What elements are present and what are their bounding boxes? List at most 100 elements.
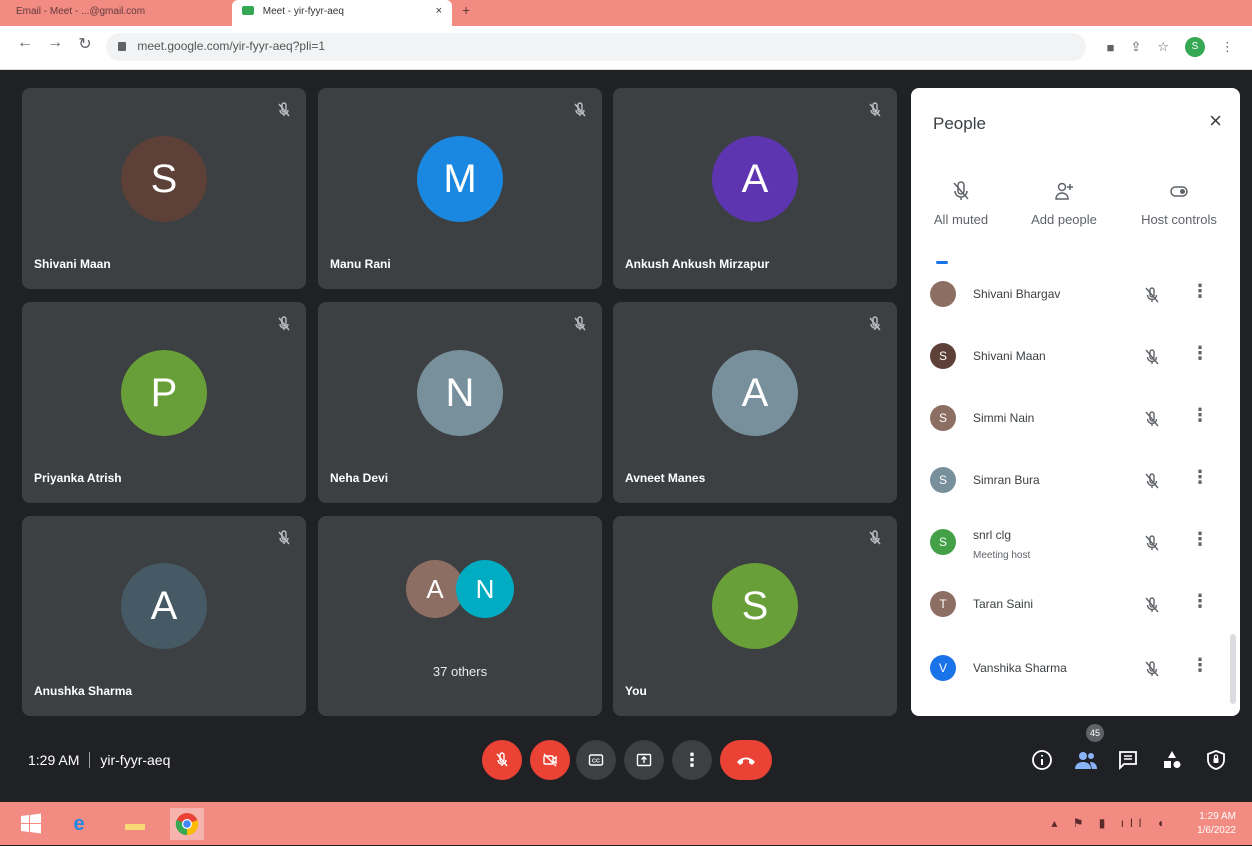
participant-name: Avneet Manes — [625, 471, 706, 485]
captions-icon: CC — [588, 754, 604, 766]
more-options-icon[interactable]: ⋮ — [1191, 656, 1209, 674]
participant-tile[interactable]: A Anushka Sharma — [22, 516, 306, 716]
address-bar[interactable]: meet.google.com/yir-fyyr-aeq?pli=1 — [106, 33, 1086, 61]
meeting-details-icon[interactable] — [1030, 749, 1054, 773]
participant-row[interactable]: S Simran Bura ⋮ — [911, 452, 1240, 512]
action-label: Host controls — [1141, 212, 1217, 227]
participant-role: Meeting host — [973, 550, 1031, 561]
toggle-camera-button[interactable] — [530, 740, 570, 780]
mic-muted-icon — [278, 530, 290, 545]
more-options-icon[interactable]: ⋮ — [1191, 468, 1209, 486]
svg-text:CC: CC — [592, 759, 600, 765]
new-tab-button[interactable]: + — [462, 2, 470, 18]
system-tray-icons[interactable]: ▴ ⚑ ▮ ıll ◖ — [1051, 816, 1170, 830]
meeting-code: yir-fyyr-aeq — [100, 752, 171, 768]
leave-call-button[interactable] — [720, 740, 772, 780]
participant-row[interactable]: Shivani Bhargav ⋮ — [911, 266, 1240, 326]
mic-muted-icon[interactable] — [1143, 596, 1161, 614]
all-muted-button[interactable]: All muted — [925, 180, 997, 227]
participant-name: Simmi Nain — [973, 411, 1035, 425]
participant-tile[interactable]: A Ankush Ankush Mirzapur — [613, 88, 897, 289]
reload-button[interactable]: ↻ — [74, 34, 96, 54]
others-tile[interactable]: A N 37 others — [318, 516, 602, 716]
participant-tile[interactable]: S Shivani Maan — [22, 88, 306, 289]
toggle-icon — [1170, 186, 1188, 197]
mic-muted-icon[interactable] — [1143, 348, 1161, 366]
file-explorer-icon[interactable]: ▬ — [118, 808, 152, 840]
panel-title: People — [933, 114, 986, 133]
participant-avatar: A — [121, 563, 207, 649]
participant-name: snrl clg — [973, 528, 1012, 542]
mic-muted-icon — [574, 102, 586, 117]
participant-row[interactable]: S Shivani Maan ⋮ — [911, 328, 1240, 388]
host-controls-button[interactable]: Host controls — [1133, 180, 1225, 227]
close-tab-icon[interactable]: × — [436, 5, 442, 17]
participant-row[interactable]: V Vanshika Sharma ⋮ — [911, 640, 1240, 700]
more-options-button[interactable]: ⋮ — [672, 740, 712, 780]
participant-row[interactable]: S snrl clg Meeting host ⋮ — [911, 514, 1240, 574]
participant-avatar: M — [417, 135, 503, 222]
present-screen-button[interactable] — [624, 740, 664, 780]
meeting-controls-bar: 1:29 AM yir-fyyr-aeq CC ⋮ — [0, 734, 1252, 792]
forward-button[interactable]: → — [44, 34, 66, 52]
mic-muted-icon[interactable] — [1143, 660, 1161, 678]
participant-row[interactable]: T Taran Saini ⋮ — [911, 576, 1240, 636]
more-options-icon[interactable]: ⋮ — [1191, 592, 1209, 610]
participant-avatar: A — [712, 349, 798, 436]
camera-permission-icon[interactable]: ■ — [1107, 40, 1115, 55]
self-tile[interactable]: S You — [613, 516, 897, 716]
participant-tile[interactable]: A Avneet Manes — [613, 302, 897, 503]
bookmark-star-icon[interactable]: ☆ — [1157, 39, 1169, 55]
others-count-label: 37 others — [432, 664, 488, 679]
more-options-icon[interactable]: ⋮ — [1191, 406, 1209, 424]
divider — [89, 752, 91, 768]
meet-favicon-icon — [242, 6, 254, 15]
back-button[interactable]: ← — [14, 34, 36, 52]
toggle-mic-button[interactable] — [482, 740, 522, 780]
present-icon — [636, 753, 652, 767]
participant-avatar: P — [121, 349, 207, 436]
participant-avatar: V — [930, 655, 956, 681]
participant-tile[interactable]: N Neha Devi — [318, 302, 602, 503]
mic-muted-icon[interactable] — [1143, 534, 1161, 552]
host-controls-icon[interactable] — [1204, 749, 1228, 773]
captions-button[interactable]: CC — [576, 740, 616, 780]
close-panel-button[interactable]: × — [1209, 110, 1222, 132]
browser-tab-email[interactable]: Email - Meet - ...@gmail.com — [6, 0, 230, 26]
taskbar-clock[interactable]: 1:29 AM 1/6/2022 — [1197, 810, 1236, 838]
mic-muted-icon[interactable] — [1143, 286, 1161, 304]
share-icon[interactable]: ⇪ — [1130, 39, 1141, 55]
internet-explorer-icon[interactable]: e — [62, 808, 96, 840]
browser-toolbar: ← → ↻ meet.google.com/yir-fyyr-aeq?pli=1… — [0, 26, 1252, 70]
participant-avatar: T — [930, 591, 956, 617]
section-indicator — [936, 261, 948, 264]
mic-muted-icon[interactable] — [1143, 410, 1161, 428]
participant-name: You — [625, 684, 647, 698]
browser-tab-meet[interactable]: Meet - yir-fyyr-aeq × — [232, 0, 452, 26]
participant-avatar: N — [417, 349, 503, 436]
participant-tile[interactable]: P Priyanka Atrish — [22, 302, 306, 503]
participant-name: Taran Saini — [973, 597, 1034, 611]
participant-tile[interactable]: M Manu Rani — [318, 88, 602, 289]
url-text: meet.google.com/yir-fyyr-aeq?pli=1 — [137, 39, 326, 53]
participant-avatar: A — [712, 135, 798, 222]
browser-tab-strip: Email - Meet - ...@gmail.com Meet - yir-… — [0, 0, 1252, 26]
action-label: Add people — [1031, 212, 1097, 227]
more-options-icon[interactable]: ⋮ — [1191, 282, 1209, 300]
activities-icon[interactable] — [1160, 749, 1184, 773]
more-options-icon[interactable]: ⋮ — [1191, 344, 1209, 362]
chrome-taskbar-icon[interactable] — [170, 808, 204, 840]
participant-row[interactable]: S Simmi Nain ⋮ — [911, 390, 1240, 450]
participant-avatar: S — [930, 467, 956, 493]
browser-menu-icon[interactable]: ⋮ — [1221, 39, 1234, 55]
mic-muted-icon — [278, 102, 290, 117]
more-options-icon[interactable]: ⋮ — [1191, 530, 1209, 548]
people-icon[interactable] — [1074, 749, 1098, 773]
participant-avatar: S — [712, 563, 798, 649]
mic-muted-icon[interactable] — [1143, 472, 1161, 490]
add-people-button[interactable]: Add people — [1021, 180, 1107, 227]
panel-scrollbar[interactable] — [1230, 634, 1236, 704]
windows-start-icon[interactable] — [20, 813, 42, 835]
profile-avatar[interactable]: S — [1185, 37, 1205, 57]
chat-icon[interactable] — [1116, 749, 1140, 773]
